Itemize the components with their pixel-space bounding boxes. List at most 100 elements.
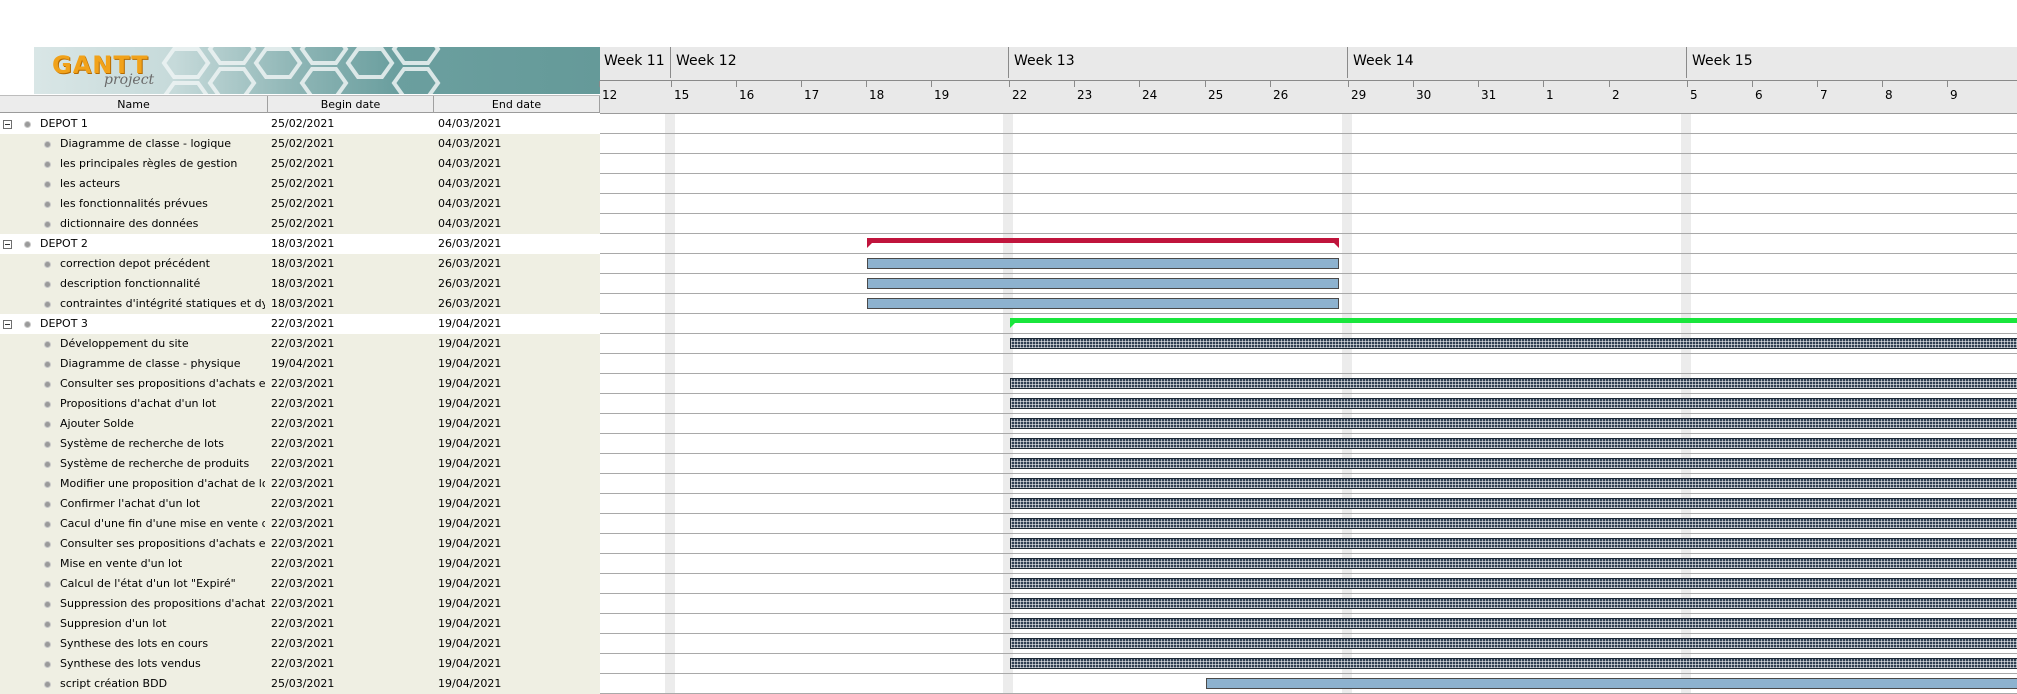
day-label: 7 [1820,88,1828,102]
task-bar[interactable] [1206,678,2017,689]
task-row[interactable]: Synthese des lots en cours 22/03/2021 19/0… [0,634,600,654]
task-bar[interactable] [1010,598,2017,609]
task-bar[interactable] [1010,558,2017,569]
task-bar[interactable] [1010,338,2017,349]
task-row[interactable]: contraintes d'intégrité statiques et dy.… [0,294,600,314]
task-bullet-icon [44,641,51,648]
task-row[interactable]: Système de recherche de lots 22/03/2021 19… [0,434,600,454]
week-divider [1008,47,1009,78]
day-tick [1817,81,1818,87]
task-bar[interactable] [1010,658,2017,669]
task-begin-date: 25/02/2021 [271,157,335,170]
task-bar[interactable] [1010,398,2017,409]
task-row[interactable]: Mise en vente d'un lot 22/03/2021 19/04/20… [0,554,600,574]
task-bar[interactable] [1010,378,2017,389]
task-bullet-icon [44,301,51,308]
task-bullet-icon [44,601,51,608]
task-bar[interactable] [1010,478,2017,489]
day-label: 16 [739,88,755,102]
task-bullet-icon [24,321,31,328]
task-end-date: 19/04/2021 [438,357,502,370]
task-bar[interactable] [1010,418,2017,429]
task-bar[interactable] [1010,498,2017,509]
summary-bar[interactable] [867,238,1339,248]
task-row[interactable]: Confirmer l'achat d'un lot 22/03/2021 19/0… [0,494,600,514]
task-name: Synthese des lots en cours [60,637,209,650]
task-begin-date: 22/03/2021 [271,557,335,570]
task-bullet-icon [44,401,51,408]
gantt-chart-area[interactable] [600,114,2017,694]
task-row[interactable]: Consulter ses propositions d'achats et..… [0,374,600,394]
task-row[interactable]: description fonctionnalité 18/03/2021 26/0… [0,274,600,294]
collapse-toggle-icon[interactable] [3,320,12,329]
task-row[interactable]: Calcul de l'état d'un lot "Expiré" 22/03/… [0,574,600,594]
task-row[interactable]: Suppresion d'un lot 22/03/2021 19/04/2021 [0,614,600,634]
task-row[interactable]: Consulter ses propositions d'achats et..… [0,534,600,554]
task-bar[interactable] [1010,438,2017,449]
column-header-name[interactable]: Name [0,96,268,113]
task-bullet-icon [44,261,51,268]
task-bullet-icon [44,581,51,588]
summary-bar[interactable] [1010,318,2017,328]
task-name: correction depot précédent [60,257,210,270]
row-gridline [600,553,2017,554]
task-end-date: 19/04/2021 [438,517,502,530]
task-name: les fonctionnalités prévues [60,197,208,210]
task-row[interactable]: Système de recherche de produits 22/03/20… [0,454,600,474]
task-row[interactable]: Diagramme de classe - logique 25/02/2021 0… [0,134,600,154]
day-label: 26 [1273,88,1289,102]
task-name: Mise en vente d'un lot [60,557,183,570]
task-bullet-icon [44,501,51,508]
task-row[interactable]: Suppression des propositions d'achat... 2… [0,594,600,614]
task-row[interactable]: correction depot précédent 18/03/2021 26/0… [0,254,600,274]
task-bar[interactable] [1010,638,2017,649]
task-row[interactable]: Développement du site 22/03/2021 19/04/202… [0,334,600,354]
task-bar[interactable] [867,258,1339,269]
week-label: Week 12 [676,53,737,69]
day-tick [1752,81,1753,87]
task-name: DEPOT 3 [40,317,88,330]
column-header-begin-date[interactable]: Begin date [268,96,434,113]
task-row[interactable]: Modifier une proposition d'achat de lot 2… [0,474,600,494]
week-label: Week 11 [604,53,665,69]
day-label: 19 [934,88,950,102]
task-group-row[interactable]: DEPOT 2 18/03/2021 26/03/2021 [0,234,600,254]
week-label: Week 15 [1692,53,1753,69]
task-bullet-icon [44,561,51,568]
task-end-date: 19/04/2021 [438,637,502,650]
task-group-row[interactable]: DEPOT 1 25/02/2021 04/03/2021 [0,114,600,134]
task-bar[interactable] [1010,578,2017,589]
task-bar[interactable] [1010,618,2017,629]
task-bar[interactable] [1010,458,2017,469]
task-bar[interactable] [867,278,1339,289]
hexagon-pattern-icon [161,47,441,94]
task-bar[interactable] [867,298,1339,309]
task-end-date: 19/04/2021 [438,477,502,490]
task-row[interactable]: les principales règles de gestion 25/02/2… [0,154,600,174]
task-row[interactable]: Diagramme de classe - physique 19/04/2021… [0,354,600,374]
task-row[interactable]: les fonctionnalités prévues 25/02/2021 04/… [0,194,600,214]
task-row[interactable]: dictionnaire des données 25/02/2021 04/03/… [0,214,600,234]
task-bar[interactable] [1010,538,2017,549]
task-bar[interactable] [1010,518,2017,529]
task-end-date: 19/04/2021 [438,597,502,610]
day-label: 24 [1142,88,1158,102]
task-row[interactable]: Propositions d'achat d'un lot 22/03/2021 1… [0,394,600,414]
collapse-toggle-icon[interactable] [3,240,12,249]
task-row[interactable]: Cacul d'une fin d'une mise en vente d...… [0,514,600,534]
task-name: Développement du site [60,337,189,350]
row-gridline [600,293,2017,294]
column-header-end-date[interactable]: End date [434,96,600,113]
task-row[interactable]: script création BDD 25/03/2021 19/04/2021 [0,674,600,694]
collapse-toggle-icon[interactable] [3,120,12,129]
task-row[interactable]: Ajouter Solde 22/03/2021 19/04/2021 [0,414,600,434]
task-end-date: 19/04/2021 [438,377,502,390]
task-row[interactable]: Synthese des lots vendus 22/03/2021 19/04/… [0,654,600,674]
task-begin-date: 22/03/2021 [271,477,335,490]
task-end-date: 19/04/2021 [438,557,502,570]
row-gridline [600,393,2017,394]
task-end-date: 26/03/2021 [438,297,502,310]
task-group-row[interactable]: DEPOT 3 22/03/2021 19/04/2021 [0,314,600,334]
task-row[interactable]: les acteurs 25/02/2021 04/03/2021 [0,174,600,194]
task-bullet-icon [44,621,51,628]
